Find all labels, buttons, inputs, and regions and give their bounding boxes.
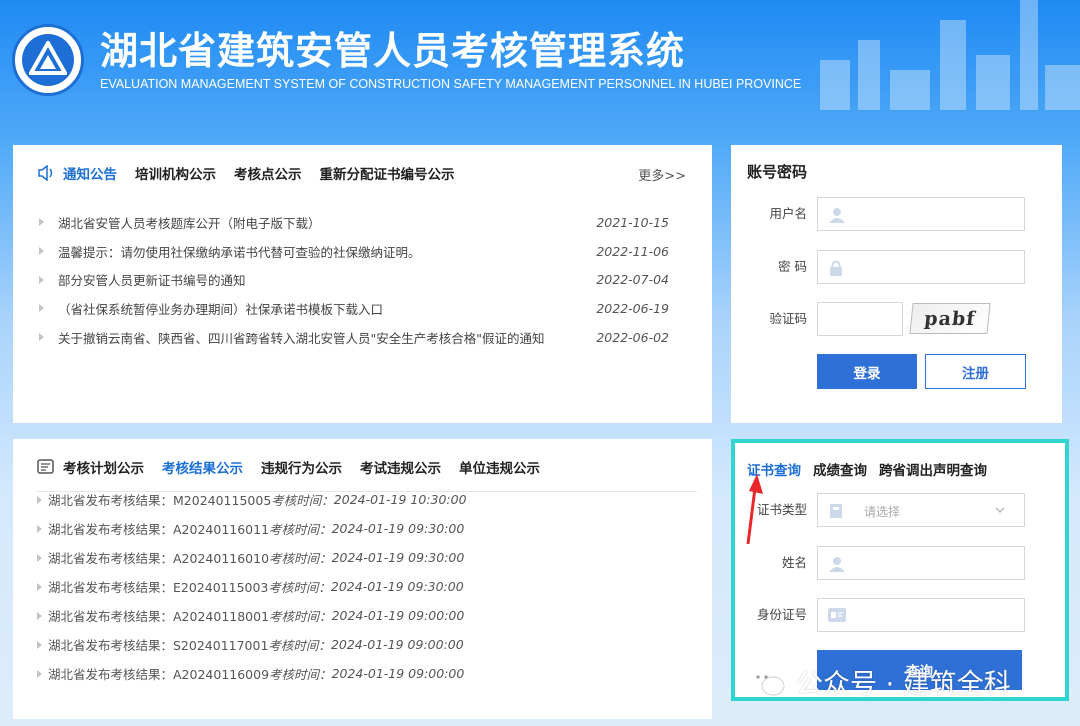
list-item[interactable]: 湖北省发布考核结果：S20240117001 考核时间： 2024-01-19 09…	[37, 630, 697, 659]
tab-reassign[interactable]: 重新分配证书编号公示	[320, 163, 455, 183]
login-title: 账号密码	[747, 163, 808, 181]
list-item[interactable]: 部分安管人员更新证书编号的通知 2022-07-04	[37, 265, 677, 294]
tab-score-query[interactable]: 成绩查询	[813, 459, 867, 479]
bullet-icon	[37, 524, 42, 533]
name-input[interactable]	[817, 546, 1025, 580]
captcha-image[interactable]: pabf	[909, 303, 991, 334]
page-title: 湖北省建筑安管人员考核管理系统	[100, 29, 686, 73]
list-item[interactable]: 湖北省发布考核结果：A20240118001 考核时间： 2024-01-19 09…	[37, 601, 697, 630]
list-item[interactable]: 关于撤销云南省、陕西省、四川省跨省转入湖北安管人员"安全生产考核合格"假证的通知…	[37, 323, 677, 352]
username-row: 用户名	[751, 197, 1031, 231]
tab-exam-results[interactable]: 考核结果公示	[162, 457, 243, 477]
bullet-icon	[39, 304, 44, 313]
results-panel: 考核计划公示 考核结果公示 违规行为公示 考试违规公示 单位违规公示 湖北省发布…	[13, 439, 712, 719]
list-item[interactable]: 湖北省发布考核结果：A20240116010 考核时间： 2024-01-19 09…	[37, 543, 697, 572]
lock-icon	[830, 260, 842, 276]
query-tabs: 证书查询 成绩查询 跨省调出声明查询	[747, 459, 999, 479]
bullet-icon	[39, 247, 44, 256]
login-panel: 账号密码 用户名 密 码 验证码 pabf 登录 注册	[731, 145, 1062, 423]
captcha-label: 验证码	[769, 311, 807, 326]
cert-type-row: 证书类型 请选择	[751, 493, 1031, 527]
list-item[interactable]: 湖北省发布考核结果：M20240115005 考核时间： 2024-01-19 10…	[37, 485, 697, 514]
watermark: 公众号 · 建筑全科	[748, 662, 1011, 701]
speaker-icon	[37, 165, 55, 181]
red-arrow-annotation	[746, 474, 763, 545]
tab-notice[interactable]: 通知公告	[63, 163, 117, 183]
bullet-icon	[37, 553, 42, 562]
page-subtitle: EVALUATION MANAGEMENT SYSTEM OF CONSTRUC…	[100, 77, 802, 91]
bullet-icon	[39, 218, 44, 227]
tab-violations[interactable]: 违规行为公示	[261, 457, 342, 477]
name-row: 姓名	[751, 546, 1031, 580]
login-button[interactable]: 登录	[817, 354, 917, 389]
password-row: 密 码	[751, 250, 1031, 284]
bullet-icon	[37, 640, 42, 649]
list-item[interactable]: 湖北省安管人员考核题库公开（附电子版下载） 2021-10-15	[37, 208, 677, 237]
user-icon	[829, 208, 845, 223]
chevron-down-icon	[995, 507, 1005, 514]
notice-panel: 通知公告 培训机构公示 考核点公示 重新分配证书编号公示 更多>> 湖北省安管人…	[13, 145, 712, 423]
id-number-input[interactable]	[817, 598, 1025, 632]
notice-tabs: 通知公告 培训机构公示 考核点公示 重新分配证书编号公示	[37, 163, 473, 183]
tab-transfer-query[interactable]: 跨省调出声明查询	[879, 459, 987, 479]
tab-exam-plan[interactable]: 考核计划公示	[63, 457, 144, 477]
list-item[interactable]: （省社保系统暂停业务办理期间）社保承诺书模板下载入口 2022-06-19	[37, 294, 677, 323]
user-icon	[829, 557, 845, 572]
bullet-icon	[37, 611, 42, 620]
results-tabs: 考核计划公示 考核结果公示 违规行为公示 考试违规公示 单位违规公示	[37, 457, 558, 477]
tab-exam-site[interactable]: 考核点公示	[234, 163, 302, 183]
bullet-icon	[37, 582, 42, 591]
header: 湖北省建筑安管人员考核管理系统 EVALUATION MANAGEMENT SY…	[0, 0, 1080, 120]
notice-list: 湖北省安管人员考核题库公开（附电子版下载） 2021-10-15 温馨提示：请勿使…	[37, 208, 677, 351]
register-button[interactable]: 注册	[925, 354, 1026, 389]
password-label: 密 码	[778, 259, 807, 274]
certificate-icon	[830, 504, 842, 518]
results-list: 湖北省发布考核结果：M20240115005 考核时间： 2024-01-19 10…	[37, 485, 697, 688]
bullet-icon	[39, 333, 44, 342]
tab-exam-violations[interactable]: 考试违规公示	[360, 457, 441, 477]
list-item[interactable]: 湖北省发布考核结果：A20240116009 考核时间： 2024-01-19 09…	[37, 659, 697, 688]
id-row: 身份证号	[751, 598, 1031, 632]
id-label: 身份证号	[756, 607, 807, 622]
username-input[interactable]	[817, 197, 1025, 231]
list-item[interactable]: 温馨提示：请勿使用社保缴纳承诺书代替可查验的社保缴纳证明。 2022-11-06	[37, 237, 677, 266]
document-icon	[37, 459, 55, 475]
cert-type-placeholder: 请选择	[864, 505, 901, 519]
cert-type-select[interactable]: 请选择	[817, 493, 1025, 527]
wechat-icon	[749, 667, 785, 695]
password-input[interactable]	[817, 250, 1025, 284]
more-link[interactable]: 更多>>	[638, 165, 686, 184]
list-item[interactable]: 湖北省发布考核结果：A20240116011 考核时间： 2024-01-19 09…	[37, 514, 697, 543]
id-card-icon	[828, 608, 846, 622]
bullet-icon	[37, 669, 42, 678]
list-item[interactable]: 湖北省发布考核结果：E20240115003 考核时间： 2024-01-19 09…	[37, 572, 697, 601]
tab-training[interactable]: 培训机构公示	[135, 163, 216, 183]
username-label: 用户名	[769, 206, 807, 221]
captcha-input[interactable]	[817, 302, 903, 336]
tab-unit-violations[interactable]: 单位违规公示	[459, 457, 540, 477]
captcha-row: 验证码 pabf	[751, 302, 1031, 336]
bullet-icon	[39, 275, 44, 284]
bullet-icon	[37, 495, 42, 504]
logo-triangle-icon	[29, 41, 67, 75]
skyline-decoration	[820, 0, 1080, 110]
name-label: 姓名	[781, 555, 807, 570]
logo	[12, 24, 84, 96]
watermark-text: 公众号 · 建筑全科	[796, 669, 1011, 700]
